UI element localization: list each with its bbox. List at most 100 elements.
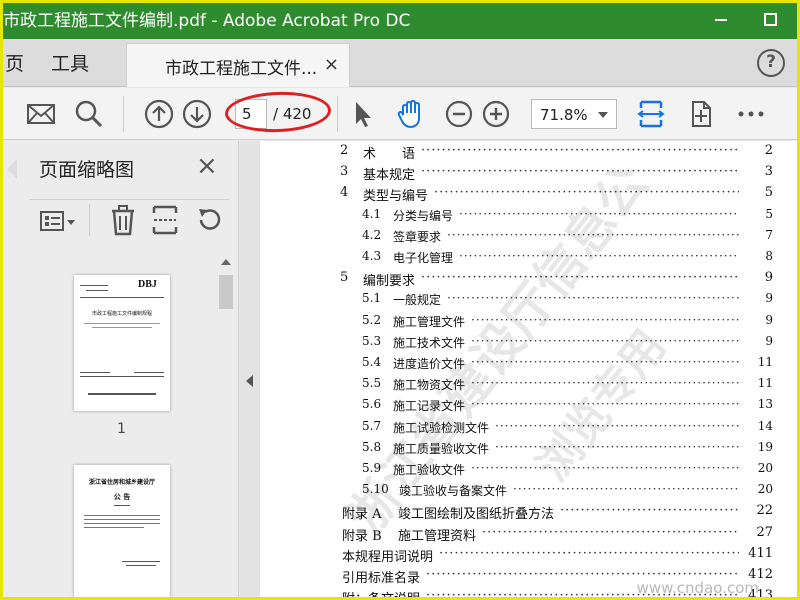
thumb-title: 市政工程施工文件编制规程	[91, 311, 152, 317]
toc-page-number: 14	[757, 418, 773, 433]
collapse-arrow-icon[interactable]	[246, 375, 253, 387]
toc-number: 附录 B	[342, 528, 382, 544]
toc-number: 3	[340, 164, 349, 180]
toc-leader-dots: ········································…	[434, 185, 739, 201]
toolbar: 5 / 420 71.8%	[3, 88, 797, 140]
zoom-out-icon[interactable]	[443, 98, 475, 130]
select-cursor-icon[interactable]	[347, 98, 379, 130]
document-tab-label: 市政工程施工文件...	[165, 59, 318, 79]
toolbar-separator	[123, 96, 124, 132]
hand-tool-icon[interactable]	[395, 98, 427, 130]
thumb-rule	[80, 376, 164, 377]
next-page-icon[interactable]	[181, 98, 213, 130]
fit-width-icon[interactable]	[635, 98, 667, 130]
toc-number: 2	[340, 143, 349, 158]
toc-label: 基本规定	[363, 168, 416, 184]
toc-entry[interactable]: 5.5 施工物资文件 11 ·····························…	[260, 376, 797, 396]
toc-leader-dots: ········································…	[471, 312, 739, 327]
toc-page-number: 7	[765, 227, 773, 242]
toc-entry[interactable]: 4.2 签章要求 7 ································…	[260, 228, 797, 248]
toc-entry[interactable]: 5.6 施工记录文件 13 ·····························…	[260, 397, 797, 417]
toc-number: 5.10	[362, 482, 389, 497]
panel-collapse-bar[interactable]	[240, 141, 260, 597]
toc-label: 签章要求	[393, 229, 442, 244]
toc-label: 类型与编号	[363, 189, 429, 205]
close-tab-icon[interactable]: ×	[324, 54, 339, 75]
toc-entry[interactable]: 5.10 竣工验收与备案文件 20 ·························…	[260, 482, 797, 502]
menu-tools[interactable]: 工具	[51, 49, 89, 76]
toc-page-number: 411	[748, 545, 773, 561]
thumbnail-page-number: 1	[117, 421, 126, 437]
thumb-text-line	[86, 290, 108, 291]
app-frame: 市政工程施工文件编制.pdf - Adobe Acrobat Pro DC 页 …	[0, 0, 800, 600]
toolbar-separator	[337, 96, 338, 132]
scrollbar-thumb[interactable]	[219, 275, 233, 309]
toc-leader-dots: ········································…	[471, 461, 739, 475]
scroll-up-icon[interactable]	[221, 259, 231, 265]
minimize-icon[interactable]	[715, 19, 727, 21]
toc-entry[interactable]: 5.9 施工验收文件 20 ·····························…	[260, 461, 797, 481]
toc-entry[interactable]: 5.7 施工试验检测文件 14 ···························…	[260, 419, 797, 439]
toc-entry[interactable]: 2 术 语 2 ···································…	[260, 143, 797, 163]
toc-entry[interactable]: 5 编制要求 9 ··································…	[260, 270, 797, 290]
toc-label: 施工物资文件	[393, 378, 466, 393]
email-icon[interactable]	[25, 98, 57, 130]
toc-entry[interactable]: 5.3 施工技术文件 9 ······························…	[260, 334, 797, 354]
menu-home[interactable]: 页	[5, 49, 24, 76]
toc-entry[interactable]: 3 基本规定 3 ··································…	[260, 164, 797, 184]
insert-page-icon[interactable]	[151, 204, 179, 236]
toc-label: 竣工图绘制及图纸折叠方法	[398, 507, 555, 523]
page-thumbnail[interactable]: DBJ 市政工程施工文件编制规程	[74, 275, 170, 411]
panel-toolbar	[29, 199, 229, 241]
page-thumbnail[interactable]: 浙江省住房和城乡建设厅 公 告	[74, 465, 170, 597]
toc-page-number: 9	[765, 291, 773, 306]
toc-leader-dots: ········································…	[471, 333, 739, 348]
toc-leader-dots: ········································…	[421, 164, 739, 180]
trash-icon[interactable]	[109, 204, 137, 236]
toc-entry[interactable]: 5.8 施工质量验收文件 19 ···························…	[260, 440, 797, 460]
toc-entry[interactable]: 5.4 进度造价文件 11 ·····························…	[260, 355, 797, 375]
toc-leader-dots: ········································…	[459, 206, 739, 221]
toc-leader-dots: ········································…	[439, 545, 739, 561]
thumb-text-line	[84, 515, 160, 516]
rotate-icon[interactable]	[195, 206, 223, 234]
toc-entry[interactable]: 5.1 一般规定 9 ································…	[260, 291, 797, 311]
thumbnail-options-icon[interactable]	[39, 208, 77, 236]
toc-entry[interactable]: 4.3 电子化管理 8 ·······························…	[260, 249, 797, 269]
toc-label: 一般规定	[393, 293, 442, 308]
toc-entry[interactable]: 附录 A 竣工图绘制及图纸折叠方法 22 ······················…	[260, 503, 797, 523]
toc-number: 4	[340, 185, 349, 201]
toc-label: 施工管理资料	[398, 528, 477, 544]
toc-page-number: 22	[756, 503, 773, 519]
toc-entry[interactable]: 5.2 施工管理文件 9 ······························…	[260, 313, 797, 333]
toc-entry[interactable]: 4 类型与编号 5 ·································…	[260, 185, 797, 205]
toc-label: 施工验收文件	[393, 463, 466, 477]
toc-entry[interactable]: 附录 B 施工管理资料 27 ····························…	[260, 525, 797, 545]
toc-entry[interactable]: 4.1 分类与编号 5 ·······························…	[260, 207, 797, 227]
rotate-page-icon[interactable]	[685, 98, 717, 130]
toc-leader-dots: ········································…	[447, 291, 739, 306]
close-panel-icon[interactable]: ×	[196, 151, 218, 181]
toc-leader-dots: ········································…	[495, 418, 739, 433]
thumb-code: DBJ	[138, 279, 157, 290]
more-options-icon[interactable]	[735, 98, 767, 130]
toc-leader-dots: ········································…	[471, 376, 739, 391]
zoom-select[interactable]: 71.8%	[531, 99, 617, 129]
thumb-text-line	[88, 393, 156, 395]
maximize-icon[interactable]	[764, 13, 777, 26]
thumbnail-scrollbar[interactable]	[217, 253, 235, 597]
help-icon[interactable]: ?	[757, 49, 785, 77]
title-bar: 市政工程施工文件编制.pdf - Adobe Acrobat Pro DC	[3, 3, 797, 39]
site-watermark: www.cndao.com	[636, 579, 759, 597]
previous-page-icon[interactable]	[143, 98, 175, 130]
toc-label: 施工质量验收文件	[393, 441, 490, 456]
search-icon[interactable]	[73, 98, 105, 130]
zoom-in-icon[interactable]	[480, 98, 512, 130]
toc-number: 5.9	[362, 461, 382, 475]
document-tab[interactable]: 市政工程施工文件... ×	[126, 43, 350, 87]
thumb-text-line	[84, 527, 144, 528]
toc-page-number: 11	[757, 376, 773, 391]
toc-leader-dots: ········································…	[482, 524, 739, 540]
toc-entry[interactable]: 本规程用词说明 411 ······························…	[260, 546, 797, 566]
toc-label: 施工管理文件	[393, 314, 466, 329]
